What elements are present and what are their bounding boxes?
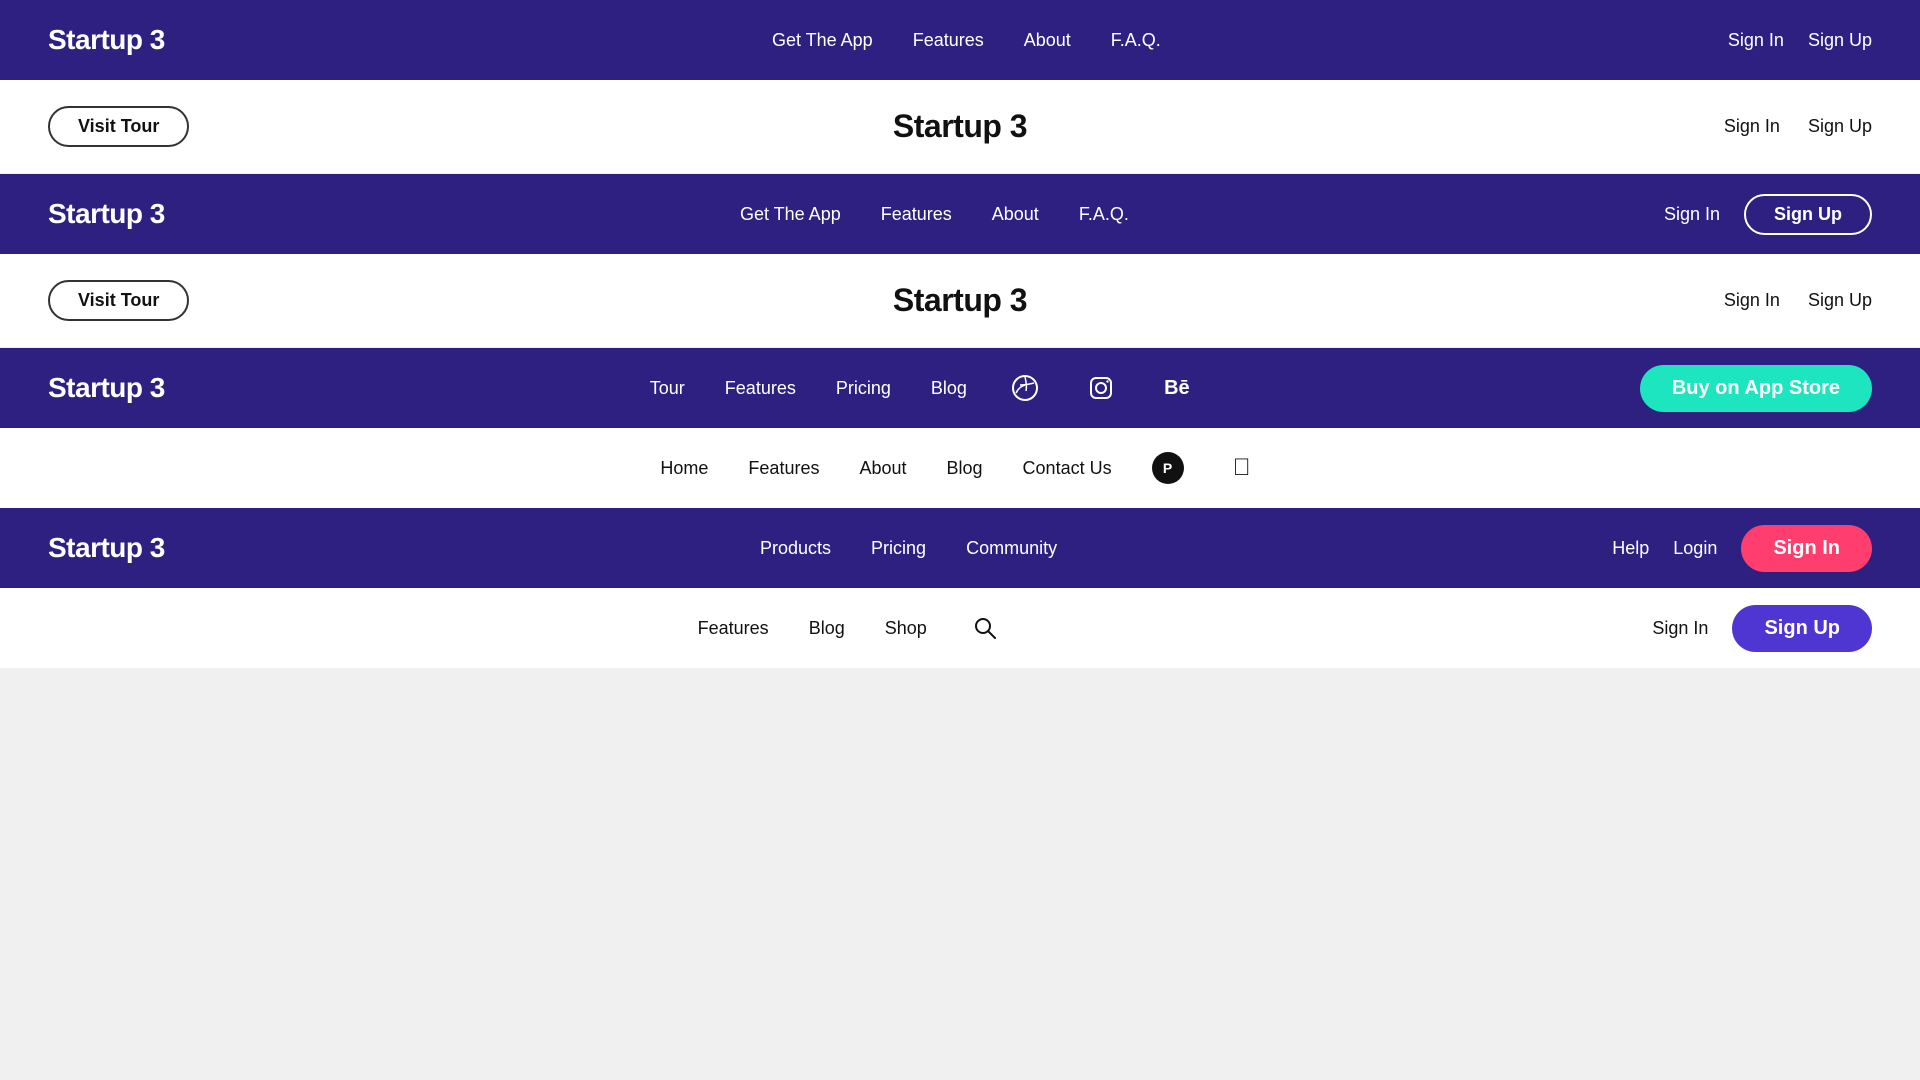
nav-links-1: Get The App Features About F.A.Q.	[205, 30, 1728, 51]
nav-link-blog-4[interactable]: Blog	[947, 458, 983, 479]
nav-link-contact-us[interactable]: Contact Us	[1023, 458, 1112, 479]
visit-tour-button-2[interactable]: Visit Tour	[48, 280, 189, 321]
nav-link-features-4[interactable]: Features	[748, 458, 819, 479]
nav-right-3: Buy on App Store	[1640, 365, 1872, 412]
signin-text-2[interactable]: Sign In	[1724, 290, 1780, 311]
behance-icon[interactable]: Bē	[1159, 370, 1195, 406]
signin-text-1[interactable]: Sign In	[1724, 116, 1780, 137]
signin-btn-1[interactable]: Sign In	[1728, 30, 1784, 51]
nav-link-tour[interactable]: Tour	[650, 378, 685, 399]
producthunt-icon[interactable]: P	[1152, 452, 1184, 484]
buy-app-store-btn[interactable]: Buy on App Store	[1640, 365, 1872, 412]
nav-link-get-the-app-1[interactable]: Get The App	[772, 30, 873, 51]
sub-header-right-2: Sign In Sign Up	[1724, 290, 1872, 311]
brand-1: Startup 3	[48, 24, 165, 56]
nav-link-blog-6[interactable]: Blog	[809, 618, 845, 639]
navbar-5: Startup 3 Products Pricing Community Hel…	[0, 508, 1920, 588]
nav-link-products[interactable]: Products	[760, 538, 831, 559]
nav-right-2: Sign In Sign Up	[1664, 194, 1872, 235]
nav-right-1: Sign In Sign Up	[1728, 30, 1872, 51]
visit-tour-btn-2: Visit Tour	[48, 280, 189, 321]
brand-3: Startup 3	[48, 372, 165, 404]
nav-link-features-3[interactable]: Features	[725, 378, 796, 399]
navbar-3: Startup 3 Tour Features Pricing Blog Bē	[0, 348, 1920, 428]
signup-text-1[interactable]: Sign Up	[1808, 116, 1872, 137]
nav-right-5: Help Login Sign In	[1612, 525, 1872, 572]
nav-link-pricing[interactable]: Pricing	[836, 378, 891, 399]
nav-right-6: Sign In Sign Up	[1652, 605, 1872, 652]
nav-link-about-2[interactable]: About	[992, 204, 1039, 225]
sub-header-right-1: Sign In Sign Up	[1724, 116, 1872, 137]
nav-links-3: Tour Features Pricing Blog Bē	[205, 370, 1640, 406]
nav-link-features-1[interactable]: Features	[913, 30, 984, 51]
instagram-icon[interactable]	[1083, 370, 1119, 406]
sub-header-1: Visit Tour Startup 3 Sign In Sign Up	[0, 80, 1920, 174]
sub-header-2: Visit Tour Startup 3 Sign In Sign Up	[0, 254, 1920, 348]
nav-link-pricing-5[interactable]: Pricing	[871, 538, 926, 559]
nav-link-get-the-app-2[interactable]: Get The App	[740, 204, 841, 225]
signup-btn-2[interactable]: Sign Up	[1744, 194, 1872, 235]
signin-btn-2[interactable]: Sign In	[1664, 204, 1720, 225]
signin-btn-5[interactable]: Sign In	[1741, 525, 1872, 572]
signin-btn-6[interactable]: Sign In	[1652, 618, 1708, 639]
nav-link-blog-3[interactable]: Blog	[931, 378, 967, 399]
search-icon[interactable]	[967, 610, 1003, 646]
navbar-1: Startup 3 Get The App Features About F.A…	[0, 0, 1920, 80]
nav-link-faq-1[interactable]: F.A.Q.	[1111, 30, 1161, 51]
signup-btn-1[interactable]: Sign Up	[1808, 30, 1872, 51]
login-btn[interactable]: Login	[1673, 538, 1717, 559]
dribbble-icon[interactable]	[1007, 370, 1043, 406]
nav-link-about-4[interactable]: About	[859, 458, 906, 479]
visit-tour-btn-1: Visit Tour	[48, 106, 189, 147]
nav-link-features-6[interactable]: Features	[698, 618, 769, 639]
brand-center-1: Startup 3	[893, 108, 1027, 145]
nav-links-4: Home Features About Blog Contact Us P 	[48, 450, 1872, 486]
nav-link-features-2[interactable]: Features	[881, 204, 952, 225]
navbar-4: Home Features About Blog Contact Us P 	[0, 428, 1920, 508]
signup-btn-6[interactable]: Sign Up	[1732, 605, 1872, 652]
brand-5: Startup 3	[48, 532, 165, 564]
navbar-6: Features Blog Shop Sign In Sign Up	[0, 588, 1920, 668]
apple-icon[interactable]: 	[1224, 450, 1260, 486]
nav-link-about-1[interactable]: About	[1024, 30, 1071, 51]
nav-link-home[interactable]: Home	[660, 458, 708, 479]
nav-link-faq-2[interactable]: F.A.Q.	[1079, 204, 1129, 225]
nav-links-2: Get The App Features About F.A.Q.	[205, 204, 1664, 225]
nav-link-community[interactable]: Community	[966, 538, 1057, 559]
visit-tour-button-1[interactable]: Visit Tour	[48, 106, 189, 147]
brand-center-2: Startup 3	[893, 282, 1027, 319]
nav-links-6: Features Blog Shop	[48, 610, 1652, 646]
nav-link-shop[interactable]: Shop	[885, 618, 927, 639]
navbar-2: Startup 3 Get The App Features About F.A…	[0, 174, 1920, 254]
help-btn[interactable]: Help	[1612, 538, 1649, 559]
nav-links-5: Products Pricing Community	[205, 538, 1612, 559]
signup-text-2[interactable]: Sign Up	[1808, 290, 1872, 311]
brand-2: Startup 3	[48, 198, 165, 230]
